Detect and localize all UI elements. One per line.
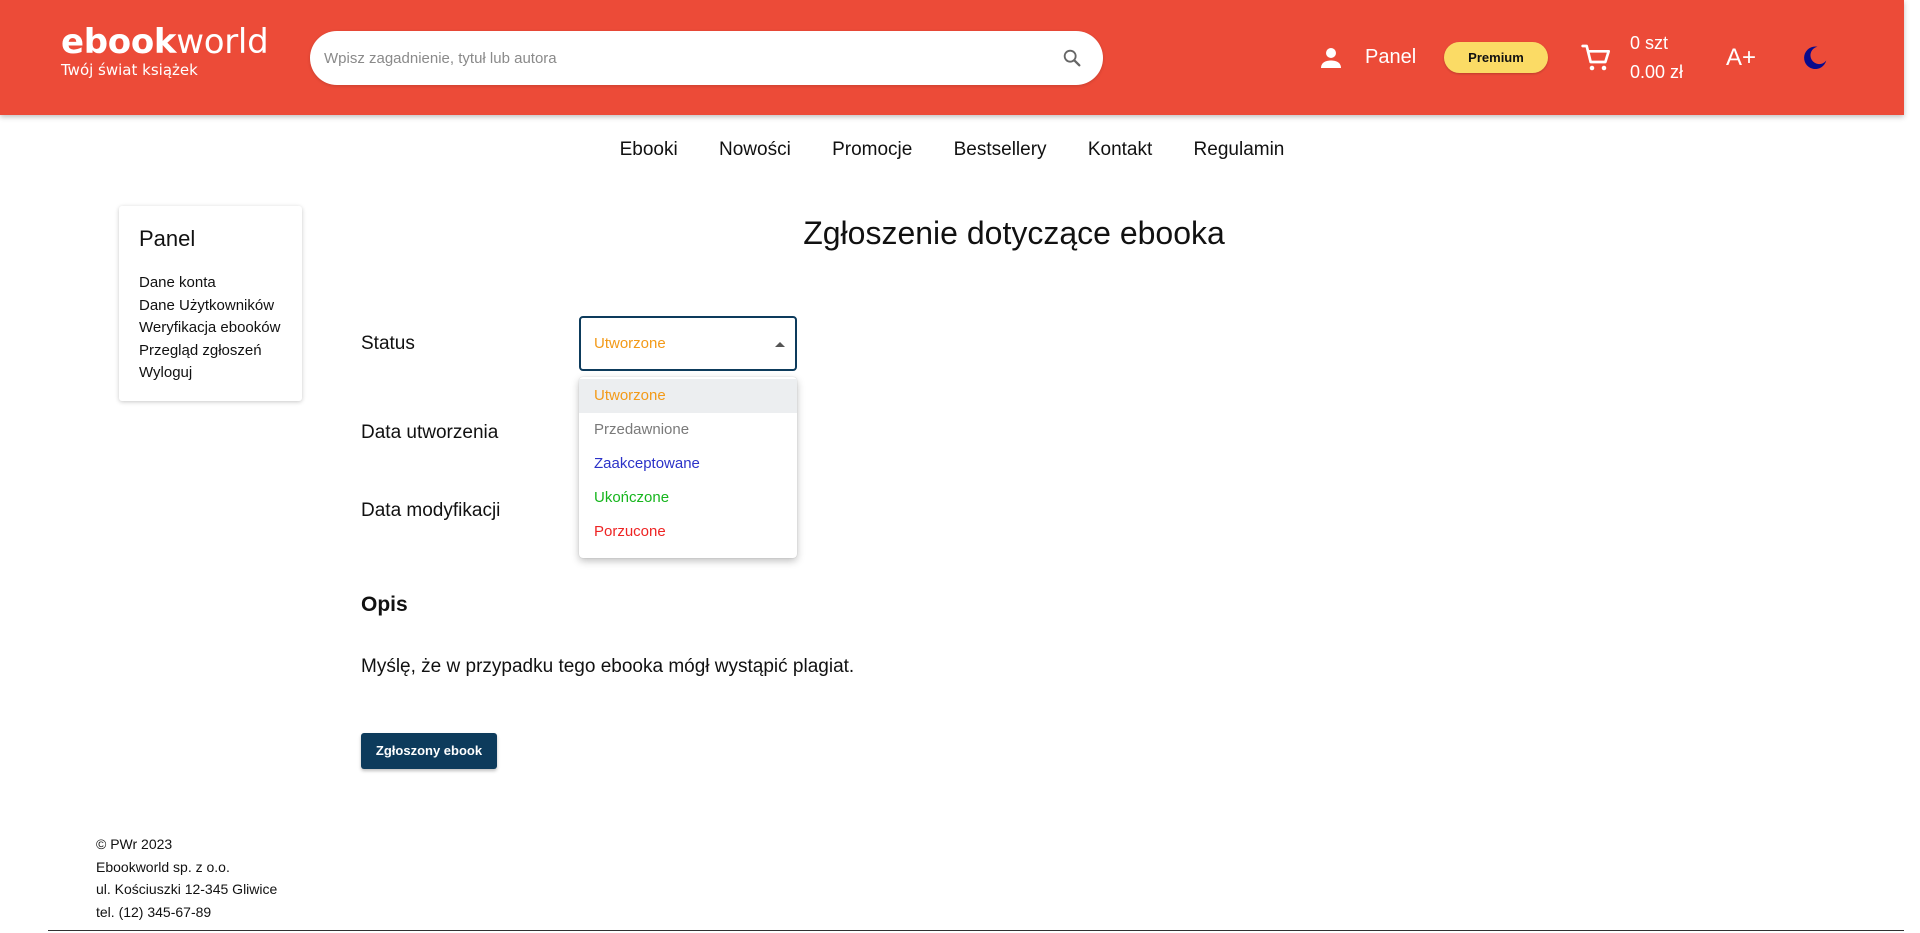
site-header: ebookworld Twój świat książek Panel Prem… xyxy=(0,0,1904,115)
nav-item-nowosci[interactable]: Nowości xyxy=(719,138,791,162)
status-option-porzucone[interactable]: Porzucone xyxy=(579,515,797,549)
logo-wordmark: ebookworld xyxy=(61,22,269,62)
panel-link[interactable]: Panel xyxy=(1365,45,1416,69)
status-option-ukonczone[interactable]: Ukończone xyxy=(579,481,797,515)
status-dropdown-menu: Utworzone Przedawnione Zaakceptowane Uko… xyxy=(579,377,797,558)
sidebar-panel: Panel Dane konta Dane Użytkowników Weryf… xyxy=(119,206,302,401)
status-option-przedawnione[interactable]: Przedawnione xyxy=(579,413,797,447)
footer-phone: tel. (12) 345-67-89 xyxy=(96,903,212,920)
person-icon[interactable] xyxy=(1316,43,1346,73)
sidebar-item-reports[interactable]: Przegląd zgłoszeń xyxy=(139,340,280,363)
footer-company: Ebookworld sp. z o.o. xyxy=(96,858,230,875)
created-date-label: Data utworzenia xyxy=(361,422,499,443)
font-size-button[interactable]: A+ xyxy=(1726,44,1756,72)
description-heading: Opis xyxy=(361,593,408,616)
cart-icon[interactable] xyxy=(1580,42,1612,74)
status-option-utworzone[interactable]: Utworzone xyxy=(579,379,797,413)
nav-item-promocje[interactable]: Promocje xyxy=(832,138,912,162)
sidebar-item-ebook-verification[interactable]: Weryfikacja ebooków xyxy=(139,317,280,340)
site-logo[interactable]: ebookworld Twój świat książek xyxy=(61,22,269,79)
moon-icon[interactable] xyxy=(1800,43,1830,73)
status-option-zaakceptowane[interactable]: Zaakceptowane xyxy=(579,447,797,481)
search-input[interactable] xyxy=(324,31,1044,85)
triangle-up-icon xyxy=(775,342,785,347)
nav-item-regulamin[interactable]: Regulamin xyxy=(1194,138,1285,162)
site-footer: © PWr 2023 Ebookworld sp. z o.o. ul. Koś… xyxy=(96,833,277,923)
description-text: Myślę, że w przypadku tego ebooka mógł w… xyxy=(361,656,855,677)
sidebar-title: Panel xyxy=(139,226,196,251)
sidebar-item-account[interactable]: Dane konta xyxy=(139,272,280,295)
status-selected-value: Utworzone xyxy=(594,335,666,352)
search-bar xyxy=(310,31,1103,85)
footer-divider xyxy=(48,930,1904,931)
sidebar-item-users[interactable]: Dane Użytkowników xyxy=(139,295,280,318)
page-title: Zgłoszenie dotyczące ebooka xyxy=(803,215,1225,251)
search-icon[interactable] xyxy=(1061,47,1083,69)
nav-item-kontakt[interactable]: Kontakt xyxy=(1088,138,1152,162)
sidebar-item-logout[interactable]: Wyloguj xyxy=(139,362,280,385)
footer-copyright: © PWr 2023 xyxy=(96,836,173,852)
reported-ebook-button[interactable]: Zgłoszony ebook xyxy=(361,733,497,769)
nav-item-ebooki[interactable]: Ebooki xyxy=(620,138,678,162)
sidebar-menu: Dane konta Dane Użytkowników Weryfikacja… xyxy=(139,272,280,385)
logo-tagline: Twój świat książek xyxy=(61,61,198,79)
cart-count[interactable]: 0 szt xyxy=(1630,32,1668,54)
nav-item-bestsellery[interactable]: Bestsellery xyxy=(954,138,1047,162)
main-nav: Ebooki Nowości Promocje Bestsellery Kont… xyxy=(0,138,1904,162)
cart-total[interactable]: 0.00 zł xyxy=(1630,61,1683,83)
footer-address: ul. Kościuszki 12-345 Gliwice xyxy=(96,881,278,897)
status-select[interactable]: Utworzone xyxy=(579,316,797,371)
modified-date-label: Data modyfikacji xyxy=(361,500,501,521)
status-label: Status xyxy=(361,333,415,354)
premium-button[interactable]: Premium xyxy=(1444,42,1548,73)
